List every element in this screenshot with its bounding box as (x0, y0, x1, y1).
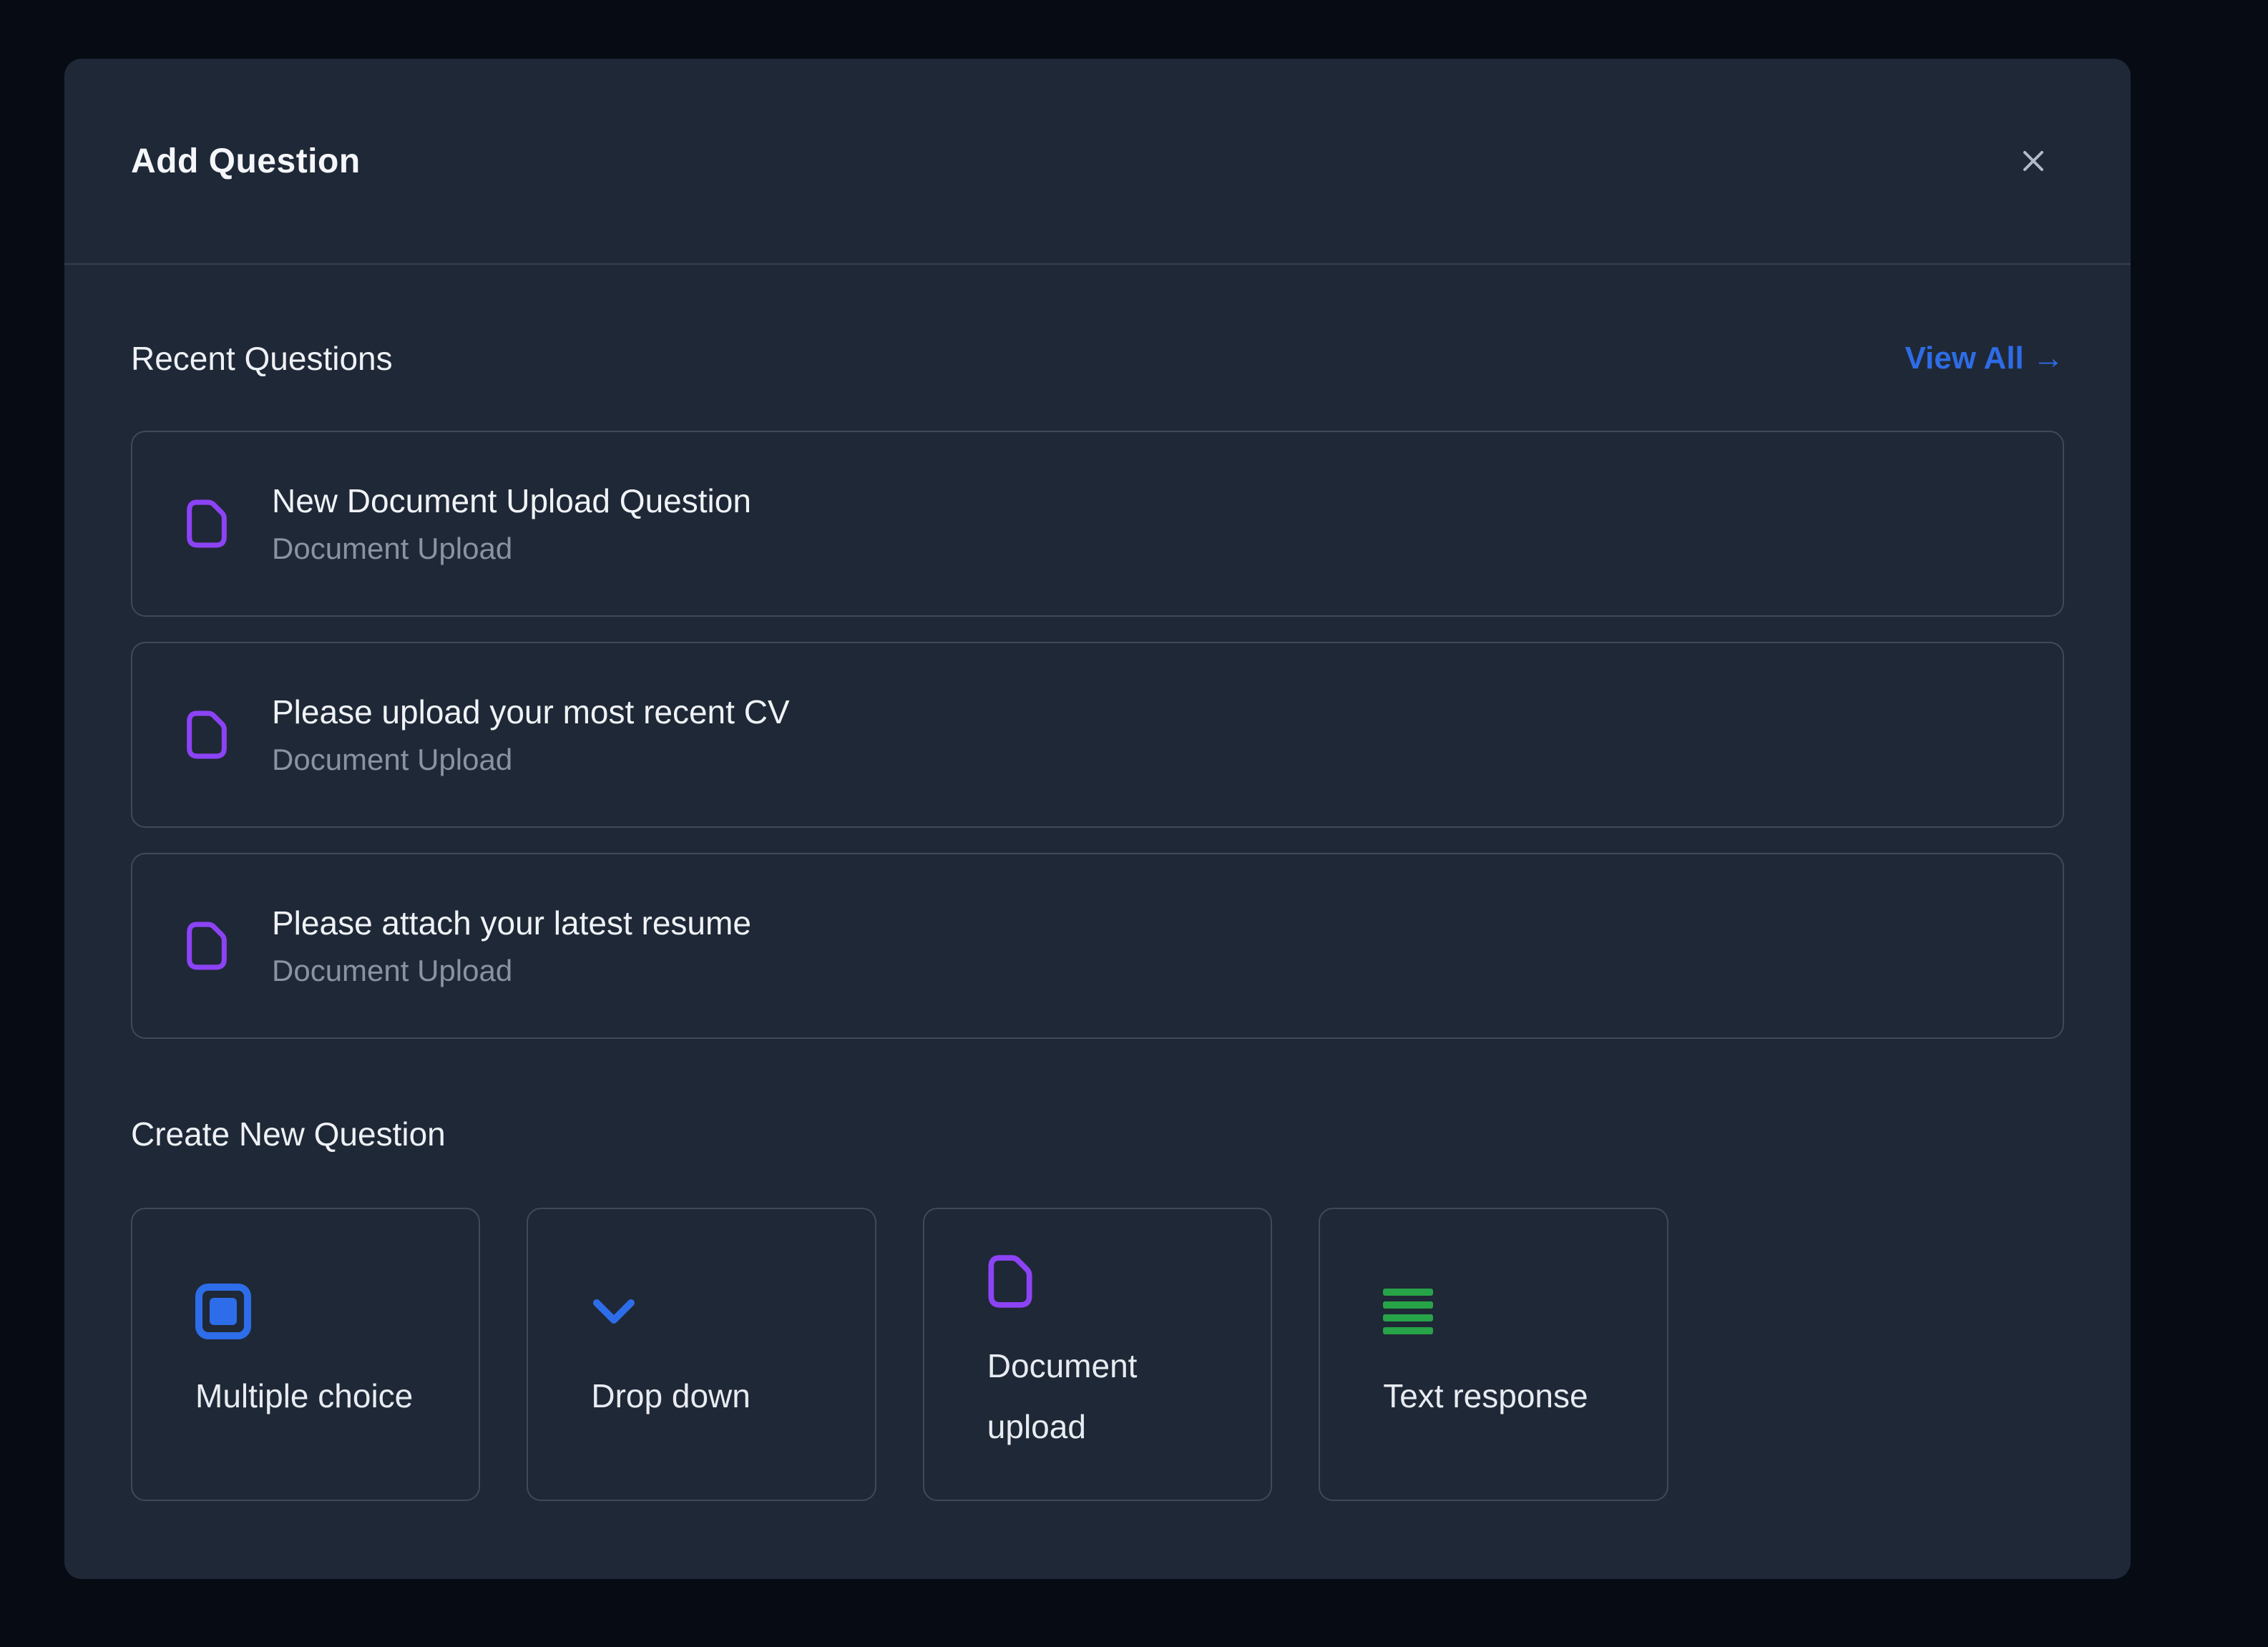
recent-question-title: Please attach your latest resume (272, 904, 751, 942)
type-card-label: Text response (1383, 1366, 1603, 1427)
type-card-text-response[interactable]: Text response (1319, 1208, 1668, 1501)
recent-questions-heading: Recent Questions (131, 339, 393, 378)
text-lines-icon (1383, 1289, 1433, 1334)
type-card-label: Drop down (591, 1366, 811, 1427)
type-card-document-upload[interactable]: Document upload (923, 1208, 1272, 1501)
recent-question-card[interactable]: Please upload your most recent CV Docume… (131, 642, 2064, 828)
add-question-modal: Add Question Recent Questions View All →… (64, 59, 2131, 1579)
type-card-drop-down[interactable]: Drop down (527, 1208, 876, 1501)
multiple-choice-icon (195, 1284, 251, 1339)
view-all-link[interactable]: View All → (1905, 341, 2064, 376)
question-type-grid: Multiple choice Drop down Document uploa… (131, 1208, 2064, 1501)
type-card-label: Document upload (987, 1336, 1208, 1457)
recent-questions-header-row: Recent Questions View All → (131, 339, 2064, 378)
page-title: Add Question (131, 142, 361, 181)
recent-question-card[interactable]: New Document Upload Question Document Up… (131, 431, 2064, 617)
document-icon (186, 499, 228, 549)
document-icon (186, 710, 228, 760)
recent-question-type: Document Upload (272, 743, 790, 777)
recent-question-type: Document Upload (272, 532, 751, 566)
document-icon (987, 1254, 1033, 1309)
chevron-down-icon (591, 1294, 637, 1329)
create-new-question-heading: Create New Question (131, 1115, 2064, 1153)
type-card-multiple-choice[interactable]: Multiple choice (131, 1208, 480, 1501)
modal-header: Add Question (64, 59, 2131, 265)
recent-question-title: New Document Upload Question (272, 482, 751, 520)
type-card-label: Multiple choice (195, 1366, 416, 1427)
recent-question-type: Document Upload (272, 954, 751, 988)
recent-question-card[interactable]: Please attach your latest resume Documen… (131, 853, 2064, 1039)
close-icon (2017, 145, 2050, 177)
close-button[interactable] (2010, 138, 2056, 184)
document-icon (186, 921, 228, 971)
recent-questions-list: New Document Upload Question Document Up… (131, 431, 2064, 1039)
modal-body: Recent Questions View All → New Document… (64, 339, 2131, 1501)
recent-question-title: Please upload your most recent CV (272, 693, 790, 731)
